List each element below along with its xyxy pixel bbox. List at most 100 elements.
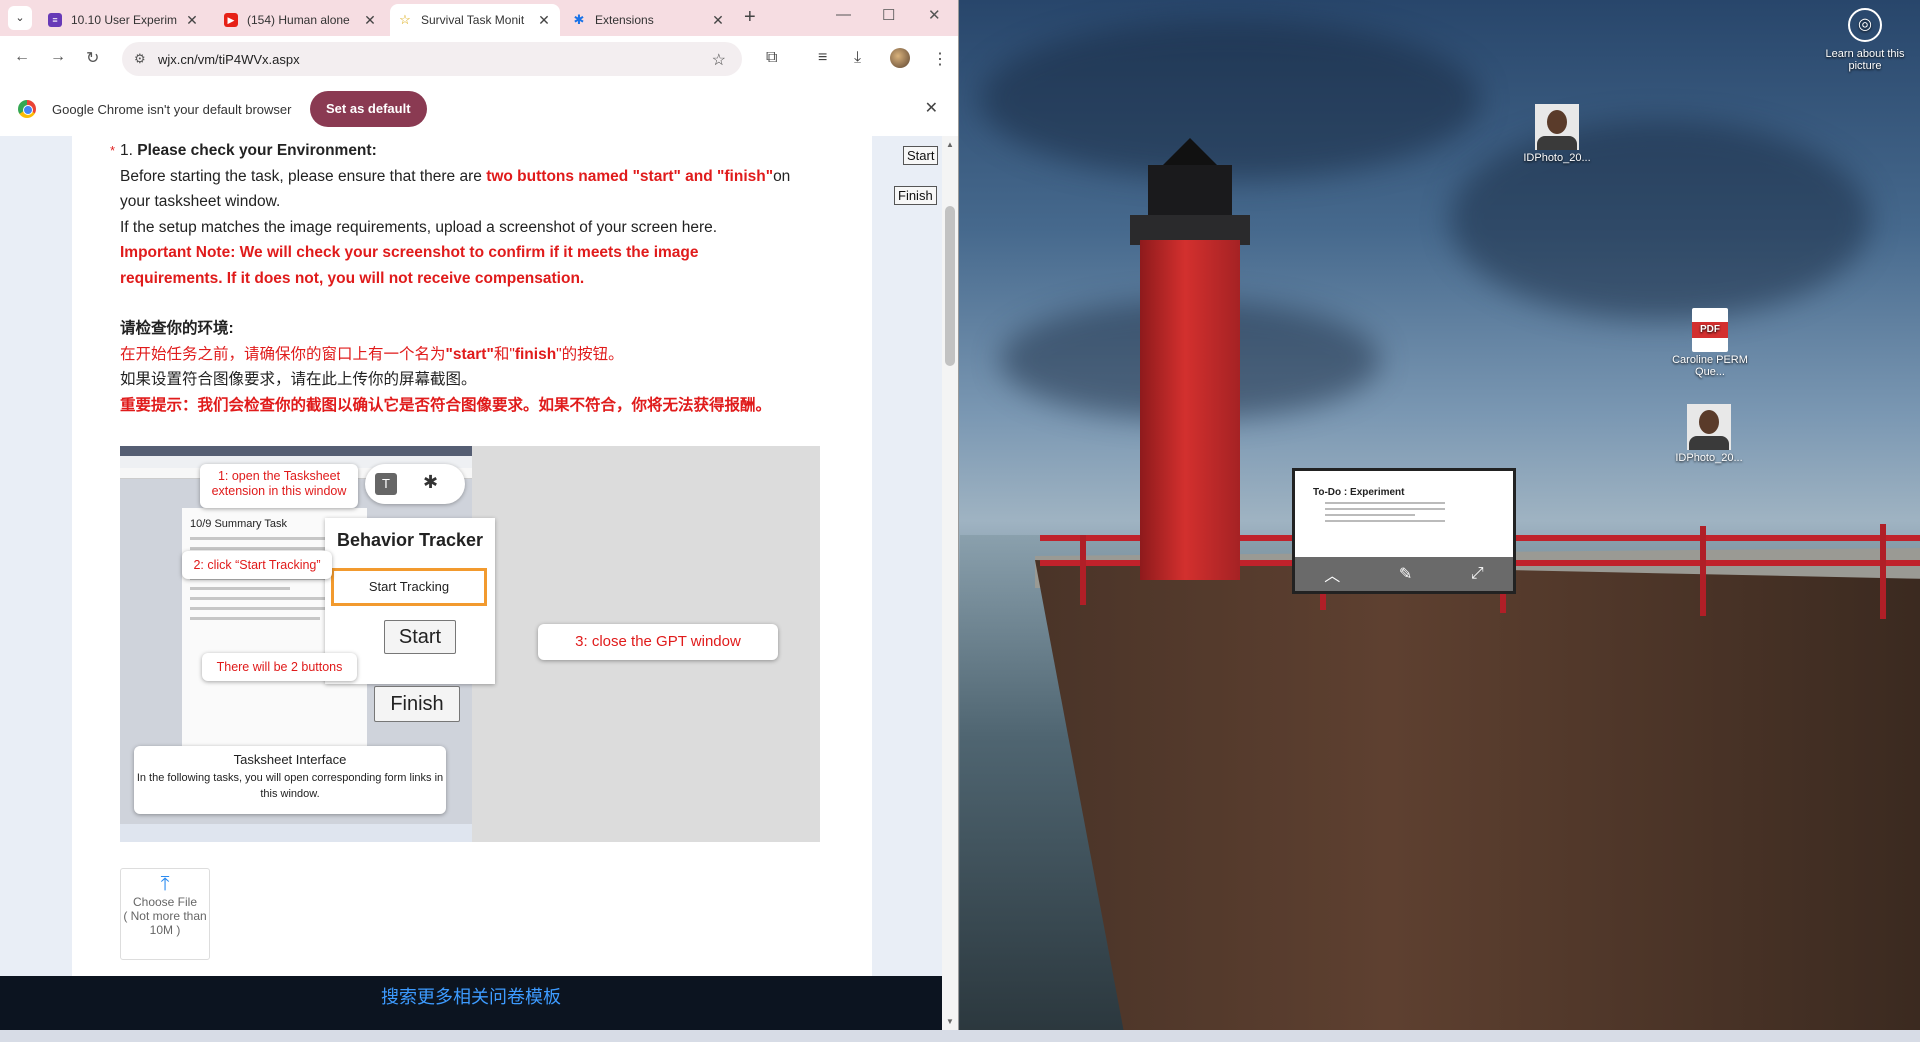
extension-bar: T ✱: [365, 464, 465, 504]
forward-icon[interactable]: →: [50, 48, 66, 66]
question-cn-line1: 在开始任务之前，请确保你的窗口上有一个名为"start"和"finish"的按钮…: [120, 345, 624, 363]
set-as-default-button[interactable]: Set as default: [310, 91, 427, 127]
mini-window-title: To-Do : Experiment: [1313, 487, 1405, 498]
scroll-up-icon[interactable]: ▲: [946, 140, 954, 149]
question-title: 1. Please check your Environment:: [120, 142, 377, 159]
question-en-line2: If the setup matches the image requireme…: [120, 218, 718, 236]
chevron-up-icon[interactable]: ︿: [1324, 562, 1340, 586]
media-queue-icon[interactable]: ≡: [818, 49, 827, 67]
tab-extensions[interactable]: ✱ Extensions ✕: [564, 4, 734, 36]
learn-about-picture[interactable]: ◎ Learn about this picture: [1820, 8, 1910, 72]
minimize-icon[interactable]: —: [836, 6, 851, 23]
tab-strip: ⌄ ≡ 10.10 User Experim ✕ ▶ (154) Human a…: [0, 0, 958, 36]
close-icon[interactable]: ✕: [536, 12, 552, 29]
railing-post: [1080, 535, 1086, 605]
puzzle-icon: ✱: [573, 12, 585, 27]
close-window-icon[interactable]: ✕: [928, 6, 941, 24]
pen-off-icon[interactable]: ✎: [1399, 564, 1412, 584]
example-start-button: Start: [384, 620, 456, 654]
example-finish-button: Finish: [374, 686, 460, 722]
page-content: * 1. Please check your Environment: Befo…: [0, 136, 942, 1030]
callout-start-tracking: 2: click “Start Tracking”: [182, 551, 332, 579]
desktop-icon-idphoto[interactable]: IDPhoto_20...: [1512, 104, 1602, 164]
scroll-down-icon[interactable]: ▼: [946, 1017, 954, 1026]
pdf-file-icon: PDF: [1692, 308, 1728, 352]
question-cn-line2: 如果设置符合图像要求，请在此上传你的屏幕截图。: [120, 371, 477, 388]
tasksheet-interface-caption: Tasksheet Interface In the following tas…: [134, 746, 446, 814]
railing-post: [1880, 524, 1886, 619]
forms-icon: ≡: [48, 13, 62, 27]
download-icon[interactable]: ⤓: [854, 49, 861, 67]
tasksheet-ext-icon: T: [375, 473, 397, 495]
youtube-icon: ▶: [224, 13, 238, 27]
railing-post: [1700, 526, 1706, 616]
browser-window: ⌄ ≡ 10.10 User Experim ✕ ▶ (154) Human a…: [0, 0, 959, 1030]
new-tab-icon[interactable]: +: [744, 6, 756, 29]
behavior-tracker-title: Behavior Tracker: [336, 530, 484, 550]
more-menu-icon[interactable]: ⋮: [932, 49, 948, 69]
desktop-icon-idphoto-2[interactable]: IDPhoto_20...: [1664, 404, 1754, 464]
extensions-icon[interactable]: ⧉: [766, 49, 777, 67]
infobar-message: Google Chrome isn't your default browser: [52, 102, 292, 117]
question-en-line1: Before starting the task, please ensure …: [120, 167, 791, 211]
site-info-icon[interactable]: ⚙: [134, 51, 146, 67]
url-text[interactable]: wjx.cn/vm/tiP4WVx.aspx: [158, 52, 300, 67]
caption-desc: In the following tasks, you will open co…: [136, 772, 444, 800]
template-search-link[interactable]: 搜索更多相关问卷模板: [381, 987, 561, 1007]
reload-icon[interactable]: ↻: [86, 48, 99, 68]
tab-youtube[interactable]: ▶ (154) Human alone ✕: [216, 4, 386, 36]
address-bar[interactable]: ⚙ wjx.cn/vm/tiP4WVx.aspx ☆: [122, 42, 742, 76]
bookmark-star-icon[interactable]: ☆: [712, 50, 726, 70]
maximize-icon[interactable]: ☐: [882, 6, 895, 24]
file-size-limit: ( Not more than 10M ): [123, 909, 207, 937]
tab-user-experiment[interactable]: ≡ 10.10 User Experim ✕: [40, 4, 208, 36]
desktop-icon-pdf[interactable]: PDF Caroline PERM Que...: [1665, 308, 1755, 378]
start-button[interactable]: Start: [903, 146, 939, 165]
question-cn-title: 请检查你的环境:: [120, 320, 234, 337]
learn-about-picture-label: Learn about this picture: [1825, 48, 1905, 72]
instruction-image: 10/9 Summary Task T ✱ 1: open the Tasksh…: [120, 446, 820, 842]
tab-search-icon[interactable]: ⌄: [8, 6, 32, 30]
cloud: [980, 20, 1480, 180]
question-cn-note: 重要提示：我们会检查你的截图以确认它是否符合图像要求。如果不符合，你将无法获得报…: [120, 396, 772, 414]
profile-avatar[interactable]: [890, 48, 910, 68]
finish-button[interactable]: Finish: [894, 186, 937, 205]
browser-toolbar: ← → ↻ ⚙ wjx.cn/vm/tiP4WVx.aspx ☆ ⧉ ≡ ⤓ ⋮: [0, 36, 958, 82]
desktop-icon-label: IDPhoto_20...: [1675, 452, 1743, 464]
tab-title: Extensions: [595, 13, 654, 27]
lighthouse-tower: [1140, 240, 1240, 580]
example-taskbar: [120, 824, 472, 842]
scrollbar-thumb[interactable]: [945, 206, 955, 366]
tab-survival-task[interactable]: ☆ Survival Task Monit ✕: [390, 4, 560, 36]
tab-title: 10.10 User Experim: [71, 13, 178, 27]
desktop-icon-label: Caroline PERM Que...: [1672, 354, 1748, 378]
close-icon[interactable]: ✕: [925, 98, 938, 118]
close-icon[interactable]: ✕: [710, 12, 726, 29]
close-icon[interactable]: ✕: [184, 12, 200, 29]
photo-thumbnail-icon: [1535, 104, 1579, 150]
question-1: * 1. Please check your Environment: Befo…: [110, 138, 800, 418]
pier-wall: [1035, 560, 1920, 1030]
callout-two-buttons: There will be 2 buttons: [202, 653, 357, 681]
expand-icon[interactable]: ⤢: [1471, 565, 1484, 583]
question-en-note: Important Note: We will check your scree…: [120, 244, 699, 287]
required-mark: *: [110, 143, 116, 158]
camera-icon: ◎: [1848, 8, 1882, 42]
puzzle-icon: ✱: [423, 472, 439, 492]
start-tracking-button: Start Tracking: [331, 568, 487, 606]
mini-window-preview[interactable]: To-Do : Experiment ︿ ✎ ⤢: [1292, 468, 1516, 594]
choose-file-button[interactable]: ⤒ Choose File ( Not more than 10M ): [120, 868, 210, 960]
callout-open-extension: 1: open the Tasksheet extension in this …: [200, 464, 358, 508]
page-scrollbar[interactable]: ▲ ▼: [942, 136, 958, 1030]
desktop-icon-label: IDPhoto_20...: [1523, 152, 1591, 164]
close-icon[interactable]: ✕: [362, 12, 378, 29]
caption-title: Tasksheet Interface: [233, 752, 347, 767]
back-icon[interactable]: ←: [14, 48, 30, 66]
chrome-logo-icon: [18, 100, 36, 118]
star-icon: ☆: [399, 12, 411, 27]
taskbar: [0, 1030, 1920, 1042]
upload-icon: ⤒: [160, 873, 170, 895]
page-footer: 搜索更多相关问卷模板: [0, 976, 942, 1030]
default-browser-infobar: Google Chrome isn't your default browser…: [0, 82, 958, 137]
survey-card: * 1. Please check your Environment: Befo…: [72, 136, 872, 976]
